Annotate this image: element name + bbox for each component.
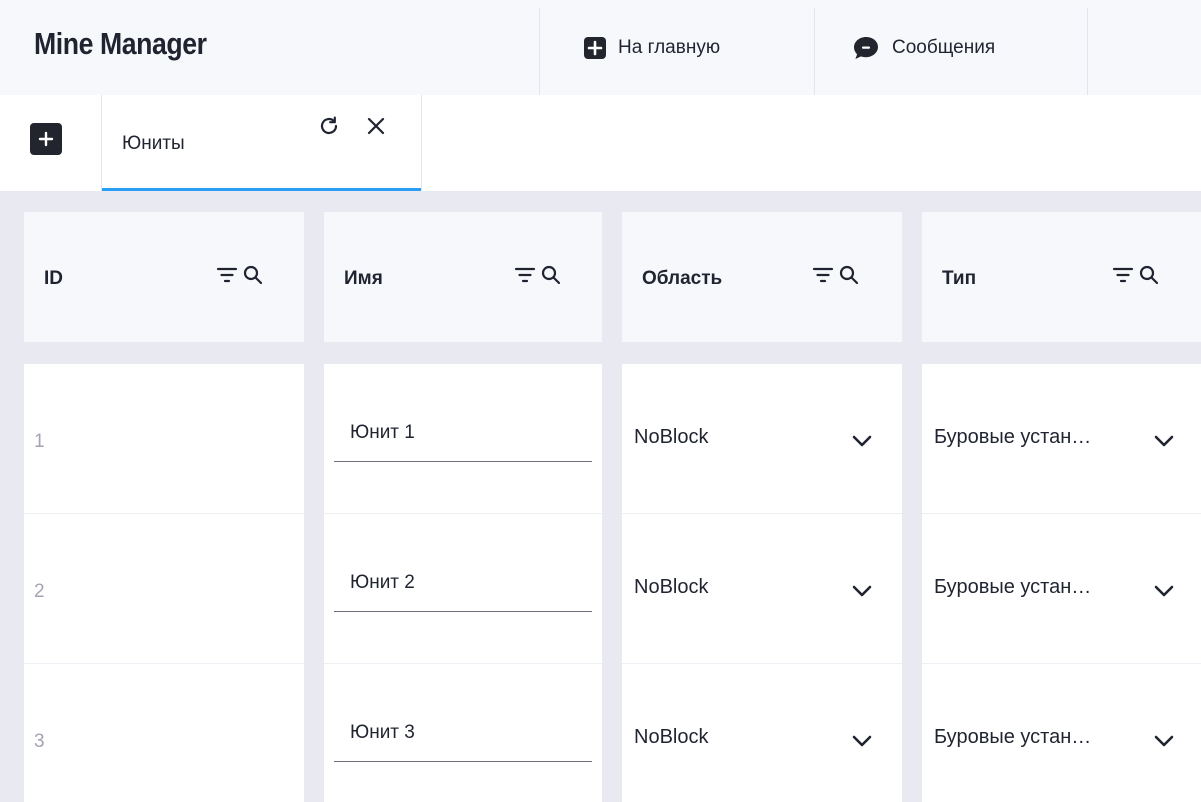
area-select-value: NoBlock — [634, 726, 709, 748]
home-button-label: На главную — [618, 36, 721, 58]
row-divider — [622, 513, 902, 514]
row-divider — [622, 663, 902, 664]
name-input[interactable]: Юнит 3 — [334, 718, 592, 762]
column-area: NoBlock NoBlock NoBlock — [622, 364, 902, 802]
messages-button[interactable]: Сообщения — [852, 0, 995, 95]
messages-button-label: Сообщения — [892, 36, 996, 58]
cell-id: 1 — [34, 431, 45, 452]
column-header-area: Область — [622, 212, 902, 342]
close-icon[interactable] — [367, 117, 385, 135]
filter-icon[interactable] — [216, 265, 238, 285]
type-select-value: Буровые устан… — [934, 426, 1092, 448]
app-title: Mine Manager — [34, 26, 207, 61]
area-select[interactable]: NoBlock — [622, 560, 902, 620]
name-input-value: Юнит 2 — [350, 572, 415, 593]
area-select[interactable]: NoBlock — [622, 710, 902, 770]
add-tab-button[interactable] — [30, 123, 62, 155]
row-divider — [324, 663, 602, 664]
name-input-value: Юнит 3 — [350, 722, 415, 743]
type-select[interactable]: Буровые устан… — [922, 410, 1201, 470]
search-icon[interactable] — [242, 264, 264, 286]
chevron-down-icon — [1154, 435, 1174, 447]
type-select[interactable]: Буровые устан… — [922, 710, 1201, 770]
row-divider — [324, 513, 602, 514]
type-select-value: Буровые устан… — [934, 726, 1092, 748]
chat-bubble-icon — [854, 36, 878, 59]
search-icon[interactable] — [838, 264, 860, 286]
tab-label: Юниты — [122, 133, 185, 154]
tab-bar: Юниты — [0, 95, 1201, 191]
plus-icon — [38, 131, 54, 147]
header-divider — [1087, 8, 1088, 95]
app-header: Mine Manager На главную Сообщения — [0, 0, 1201, 95]
chevron-down-icon — [1154, 585, 1174, 597]
header-divider — [814, 8, 815, 95]
column-header-type: Тип — [922, 212, 1201, 342]
column-id: 1 2 3 — [24, 364, 304, 802]
plus-square-icon — [584, 36, 606, 59]
row-divider — [922, 663, 1201, 664]
refresh-icon[interactable] — [318, 115, 340, 137]
search-icon[interactable] — [540, 264, 562, 286]
name-input[interactable]: Юнит 1 — [334, 418, 592, 462]
units-table: ID Имя Область Тип 1 2 3 Юнит 1 Юнит 2 Ю… — [0, 191, 1201, 802]
name-input[interactable]: Юнит 2 — [334, 568, 592, 612]
tab-units[interactable]: Юниты — [101, 95, 422, 191]
filter-icon[interactable] — [1112, 265, 1134, 285]
chevron-down-icon — [1154, 735, 1174, 747]
header-divider — [539, 8, 540, 95]
name-input-value: Юнит 1 — [350, 422, 415, 443]
row-divider — [24, 513, 304, 514]
area-select-value: NoBlock — [634, 426, 709, 448]
column-header-name: Имя — [324, 212, 602, 342]
area-select-value: NoBlock — [634, 576, 709, 598]
column-header-label: Имя — [344, 268, 383, 289]
column-name: Юнит 1 Юнит 2 Юнит 3 — [324, 364, 602, 802]
column-header-label: Область — [642, 268, 723, 289]
chevron-down-icon — [852, 585, 872, 597]
type-select[interactable]: Буровые устан… — [922, 560, 1201, 620]
search-icon[interactable] — [1138, 264, 1160, 286]
column-header-label: ID — [44, 268, 63, 289]
row-divider — [24, 663, 304, 664]
column-header-label: Тип — [942, 268, 977, 289]
cell-id: 2 — [34, 581, 45, 602]
row-divider — [922, 513, 1201, 514]
column-header-id: ID — [24, 212, 304, 342]
column-type: Буровые устан… Буровые устан… Буровые ус… — [922, 364, 1201, 802]
area-select[interactable]: NoBlock — [622, 410, 902, 470]
chevron-down-icon — [852, 735, 872, 747]
cell-id: 3 — [34, 731, 45, 752]
filter-icon[interactable] — [812, 265, 834, 285]
type-select-value: Буровые устан… — [934, 576, 1092, 598]
chevron-down-icon — [852, 435, 872, 447]
home-button[interactable]: На главную — [584, 0, 720, 95]
filter-icon[interactable] — [514, 265, 536, 285]
